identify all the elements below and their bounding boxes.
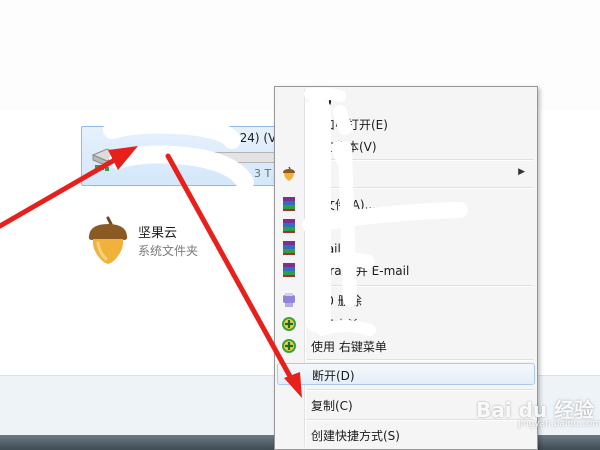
menu-item-360-menu[interactable]: 使用 右键菜单 — [277, 335, 535, 357]
menu-item-label: ve.rar" 并 E-mail — [311, 264, 410, 278]
menu-item-label: 360 删除 — [311, 294, 362, 308]
menu-item-compress-rar-email[interactable]: ve.rar" 并 E-mail — [277, 259, 535, 281]
drive-usage-fill — [137, 153, 214, 162]
menu-item-label: 前的版本(V) — [311, 140, 377, 154]
drive-usage-bar — [136, 152, 278, 163]
menu-item-label: 使用 右键菜单 — [311, 340, 387, 354]
nutstore-type: 系统文件夹 — [138, 244, 199, 258]
winrar-icon — [283, 241, 295, 255]
watermark-url: jingyan.baidu.com — [518, 419, 600, 429]
menu-item-360-scan[interactable]: 马云查杀 — [277, 313, 535, 335]
menu-item-label: 马云查杀 — [311, 318, 360, 332]
menu-item-open[interactable]: (O) — [277, 91, 535, 113]
winrar-icon — [283, 197, 295, 211]
menu-item-label: 缩文件(A)... — [311, 198, 377, 212]
menu-item-disconnect[interactable]: 断开(D) — [277, 363, 535, 385]
menu-item-label: (O) — [311, 94, 333, 108]
submenu-arrow-icon: ▶ — [518, 167, 525, 177]
menu-item-previous-versions[interactable]: 前的版本(V) — [277, 135, 535, 157]
winrar-icon — [283, 219, 295, 233]
menu-item-label: 窗口中打开(E) — [311, 118, 388, 132]
acorn-icon — [283, 166, 295, 181]
menu-separator — [307, 159, 533, 161]
green-plus-icon — [282, 317, 296, 331]
menu-item-360-shred[interactable]: 360 删除 — [277, 289, 535, 311]
menu-item-add-to-archive[interactable]: 缩文件(A)... — [277, 193, 535, 215]
drive-icon — [91, 148, 123, 171]
drive-size-text: 3 T — [254, 167, 272, 180]
menu-separator — [307, 285, 533, 287]
menu-item-label: 创建快捷方式(S) — [311, 429, 400, 443]
menu-separator — [307, 187, 533, 189]
shredder-icon — [283, 293, 295, 307]
green-plus-icon — [282, 339, 296, 353]
menu-separator — [307, 359, 533, 361]
menu-item-add-to-rar[interactable] — [277, 215, 535, 237]
nutstore-name: 坚果云 — [138, 226, 178, 241]
menu-item-label: 断开(D) — [312, 369, 355, 383]
menu-item-label: 压 ail... — [311, 242, 353, 256]
nutstore-folder-item[interactable]: 坚果云 系统文件夹 — [82, 216, 262, 266]
baidu-watermark: Bai du 经验 jingyan.baidu.com — [476, 394, 600, 434]
menu-item-open-new-window[interactable]: 窗口中打开(E) — [277, 113, 535, 135]
winrar-icon — [283, 263, 295, 277]
menu-item-label: 复制(C) — [311, 399, 353, 413]
menu-item-compress-email[interactable]: 压 ail... — [277, 237, 535, 259]
acorn-icon — [88, 216, 128, 264]
menu-separator — [307, 389, 533, 391]
drive-name: 124) (V — [232, 131, 277, 145]
menu-item-nutstore[interactable]: ▶ — [277, 163, 535, 185]
network-drive-item[interactable]: 124) (V 3 T — [81, 126, 281, 186]
